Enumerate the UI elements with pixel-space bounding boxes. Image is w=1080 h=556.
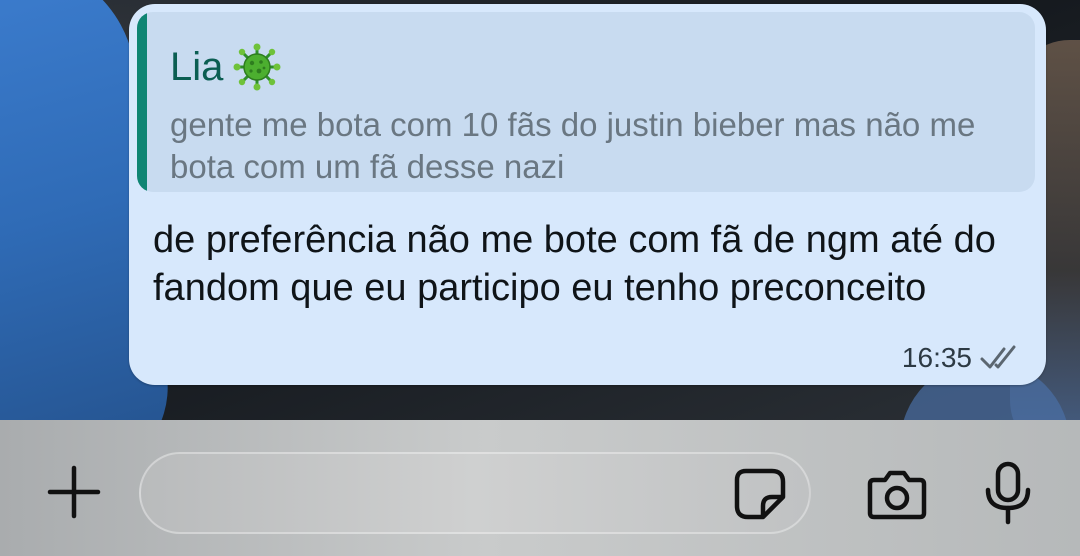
plus-icon <box>47 465 101 519</box>
quoted-author-name: Lia <box>170 45 224 89</box>
quote-accent-bar <box>137 12 147 192</box>
message-text: de preferência não me bote com fã de ngm… <box>153 219 996 309</box>
message-meta: 16:35 <box>902 338 1024 378</box>
message-input[interactable] <box>169 454 733 534</box>
camera-button[interactable] <box>866 466 928 522</box>
message-bubble[interactable]: Lia gente me bota com 10 fãs do justin b… <box>129 4 1046 385</box>
microphone-button[interactable] <box>980 460 1036 526</box>
sticker-icon <box>734 468 786 520</box>
quoted-message-text: gente me bota com 10 fãs do justin biebe… <box>170 106 976 185</box>
double-check-icon <box>980 345 1016 369</box>
microphone-icon <box>985 461 1031 525</box>
message-time: 16:35 <box>901 342 972 373</box>
quoted-author-row: Lia <box>170 42 281 92</box>
camera-icon <box>867 470 927 520</box>
message-input-field[interactable] <box>139 452 811 534</box>
sticker-button[interactable] <box>732 466 788 522</box>
attach-plus-button[interactable] <box>44 462 104 522</box>
quoted-message[interactable]: Lia gente me bota com 10 fãs do justin b… <box>137 12 1035 192</box>
virus-emoji-icon <box>233 43 281 91</box>
